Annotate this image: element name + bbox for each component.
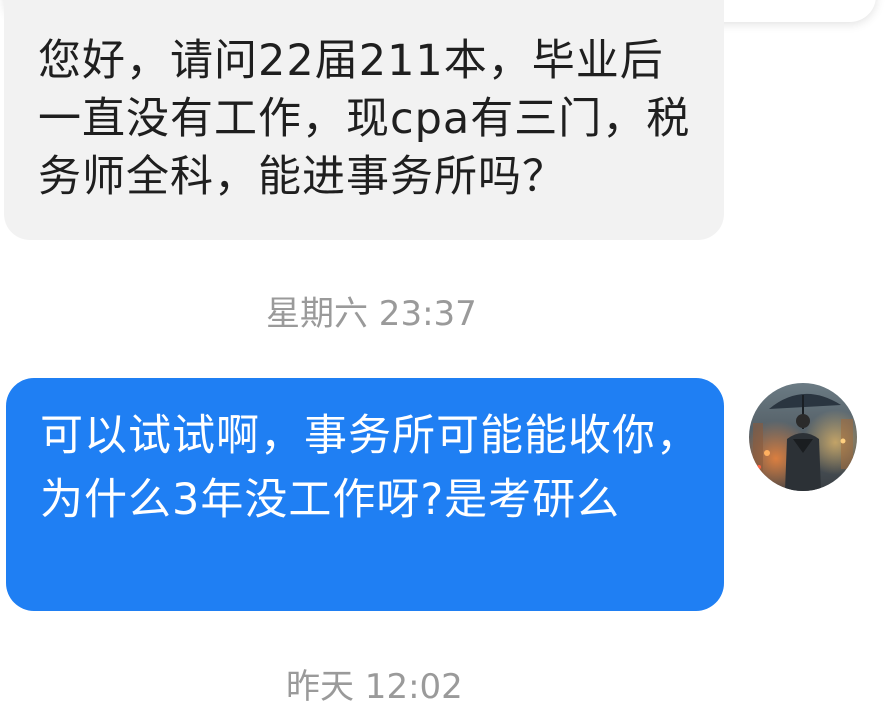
incoming-message-bubble[interactable]: 您好，请问22届211本，毕业后一直没有工作，现cpa有三门，税务师全科，能进事… (4, 0, 724, 240)
person-with-umbrella-icon (749, 383, 857, 491)
incoming-message-text: 您好，请问22届211本，毕业后一直没有工作，现cpa有三门，税务师全科，能进事… (38, 36, 691, 202)
message-timestamp: 星期六 23:37 (266, 294, 477, 334)
avatar[interactable] (749, 383, 857, 491)
outgoing-message-text: 可以试试啊，事务所可能能收你，为什么3年没工作呀?是考研么 (40, 411, 700, 525)
outgoing-message-bubble[interactable]: 可以试试啊，事务所可能能收你，为什么3年没工作呀?是考研么 (6, 378, 724, 611)
chat-screen: 您好，请问22届211本，毕业后一直没有工作，现cpa有三门，税务师全科，能进事… (0, 0, 892, 724)
message-timestamp: 昨天 12:02 (286, 667, 463, 707)
